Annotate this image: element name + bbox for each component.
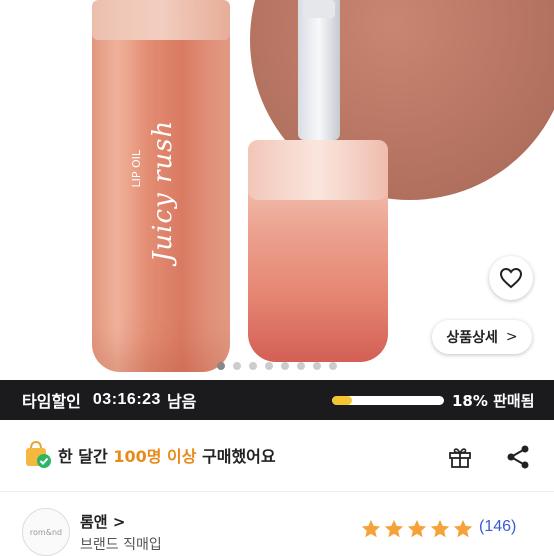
- star-icon: [361, 519, 381, 538]
- review-count-link[interactable]: (146): [479, 518, 516, 536]
- product-image-carousel[interactable]: Juicy rush LIP OIL 상품상세 >: [0, 0, 554, 378]
- carousel-dot[interactable]: [233, 362, 241, 370]
- purchase-prefix: 한 달간: [58, 447, 114, 466]
- wishlist-button[interactable]: [489, 256, 533, 300]
- product-brand-text: Juicy rush: [148, 119, 178, 262]
- sold-progress-bar: [332, 396, 444, 405]
- carousel-dot[interactable]: [217, 362, 225, 370]
- section-divider: [0, 491, 554, 492]
- countdown-timer: 03:16:23: [92, 391, 161, 408]
- seller-subtitle: 브랜드 직매입: [80, 537, 162, 553]
- star-icon: [453, 519, 473, 538]
- wand-tip: [303, 0, 335, 18]
- product-sub-text: LIP OIL: [130, 150, 143, 188]
- purchase-suffix: 구매했어요: [196, 447, 276, 466]
- carousel-dot[interactable]: [265, 362, 273, 370]
- carousel-dot[interactable]: [329, 362, 337, 370]
- shopping-bag-check-icon: [26, 440, 51, 468]
- time-sale-label: 타임할인: [22, 392, 81, 411]
- seller-name-link[interactable]: 롬앤 >: [80, 511, 125, 532]
- countdown-suffix: 남음: [166, 392, 197, 411]
- heart-outline-icon: [499, 267, 523, 289]
- star-icon: [384, 519, 404, 538]
- sold-percent-text: 18% 판매됨: [452, 391, 535, 410]
- time-sale-bar: 타임할인 03:16:23 남음 18% 판매됨: [0, 380, 554, 420]
- avatar-logo-text: rom&nd: [29, 527, 63, 537]
- carousel-dot[interactable]: [281, 362, 289, 370]
- star-icon: [407, 519, 427, 538]
- tube-cap: [92, 0, 230, 40]
- star-icon: [430, 519, 450, 538]
- carousel-dot[interactable]: [249, 362, 257, 370]
- applicator-wand: [298, 0, 340, 140]
- share-icon[interactable]: [505, 444, 531, 470]
- product-detail-label: 상품상세: [446, 330, 498, 346]
- rating-stars: [360, 518, 474, 540]
- carousel-dot[interactable]: [297, 362, 305, 370]
- jar-top: [248, 140, 388, 200]
- chevron-right-icon: >: [505, 329, 518, 345]
- carousel-indicator: [0, 362, 554, 370]
- seller-avatar[interactable]: rom&nd: [22, 508, 70, 556]
- purchase-highlight: 100명 이상: [113, 447, 197, 466]
- purchase-count-text: 한 달간 100명 이상 구매했어요: [58, 443, 276, 467]
- carousel-dot[interactable]: [313, 362, 321, 370]
- product-detail-button[interactable]: 상품상세 >: [432, 320, 532, 354]
- gift-icon[interactable]: [447, 444, 473, 470]
- sold-progress-fill: [332, 396, 353, 405]
